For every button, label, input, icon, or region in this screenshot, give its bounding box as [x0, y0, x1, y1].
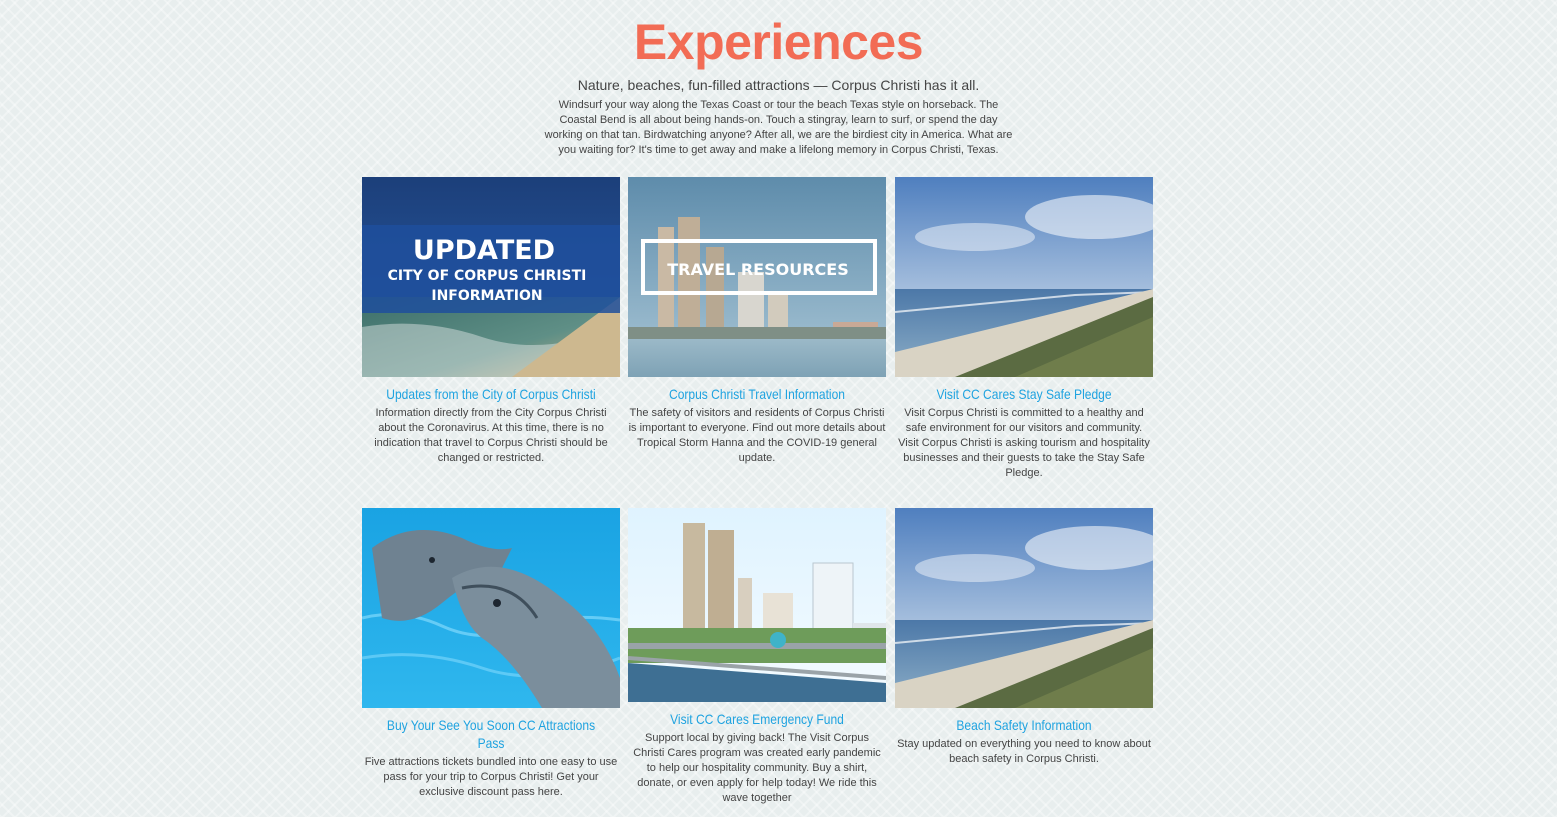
image-text-information: INFORMATION [431, 288, 542, 304]
intro-paragraph: Windsurf your way along the Texas Coast … [544, 99, 1013, 156]
experience-card-stay-safe[interactable]: Visit CC Cares Stay Safe Pledge Visit Co… [895, 177, 1153, 481]
card-description: The safety of visitors and residents of … [628, 407, 886, 464]
card-description: Support local by giving back! The Visit … [633, 732, 881, 804]
page-subtitle: Nature, beaches, fun-filled attractions … [577, 77, 980, 93]
card-title-link[interactable]: Beach Safety Information [913, 716, 1135, 734]
experience-card-travel-info[interactable]: TRAVEL RESOURCES Corpus Christi Travel I… [628, 177, 886, 466]
card-image-dolphins[interactable] [362, 508, 620, 708]
card-title-link[interactable]: Buy Your See You Soon CC Attractions Pas… [380, 716, 602, 752]
card-title-link[interactable]: Visit CC Cares Emergency Fund [646, 710, 868, 728]
card-description: Information directly from the City Corpu… [374, 407, 608, 464]
card-image-city-updates[interactable]: UPDATED CITY OF CORPUS CHRISTI INFORMATI… [362, 177, 620, 377]
page-header: Experiences Nature, beaches, fun-filled … [0, 0, 1557, 158]
card-title-link[interactable]: Corpus Christi Travel Information [646, 385, 868, 403]
experience-card-emergency-fund[interactable]: Visit CC Cares Emergency Fund Support lo… [628, 508, 886, 806]
image-text-updated: UPDATED [413, 235, 555, 266]
card-image-beach-safety[interactable] [895, 508, 1153, 708]
experience-card-city-updates[interactable]: UPDATED CITY OF CORPUS CHRISTI INFORMATI… [362, 177, 620, 466]
card-description: Five attractions tickets bundled into on… [364, 756, 618, 798]
card-description: Stay updated on everything you need to k… [897, 738, 1151, 765]
image-text-city: CITY OF CORPUS CHRISTI [388, 268, 587, 284]
card-image-beach[interactable] [895, 177, 1153, 377]
card-image-city-skyline[interactable] [628, 508, 886, 702]
card-title-link[interactable]: Visit CC Cares Stay Safe Pledge [913, 385, 1135, 403]
experience-card-attractions-pass[interactable]: Buy Your See You Soon CC Attractions Pas… [362, 508, 620, 800]
card-description: Visit Corpus Christi is committed to a h… [898, 407, 1150, 479]
page-title: Experiences [633, 14, 924, 70]
image-text-travel-resources: TRAVEL RESOURCES [667, 260, 849, 279]
card-image-travel-resources[interactable]: TRAVEL RESOURCES [628, 177, 886, 377]
experience-card-beach-safety[interactable]: Beach Safety Information Stay updated on… [895, 508, 1153, 767]
card-title-link[interactable]: Updates from the City of Corpus Christi [380, 385, 602, 403]
